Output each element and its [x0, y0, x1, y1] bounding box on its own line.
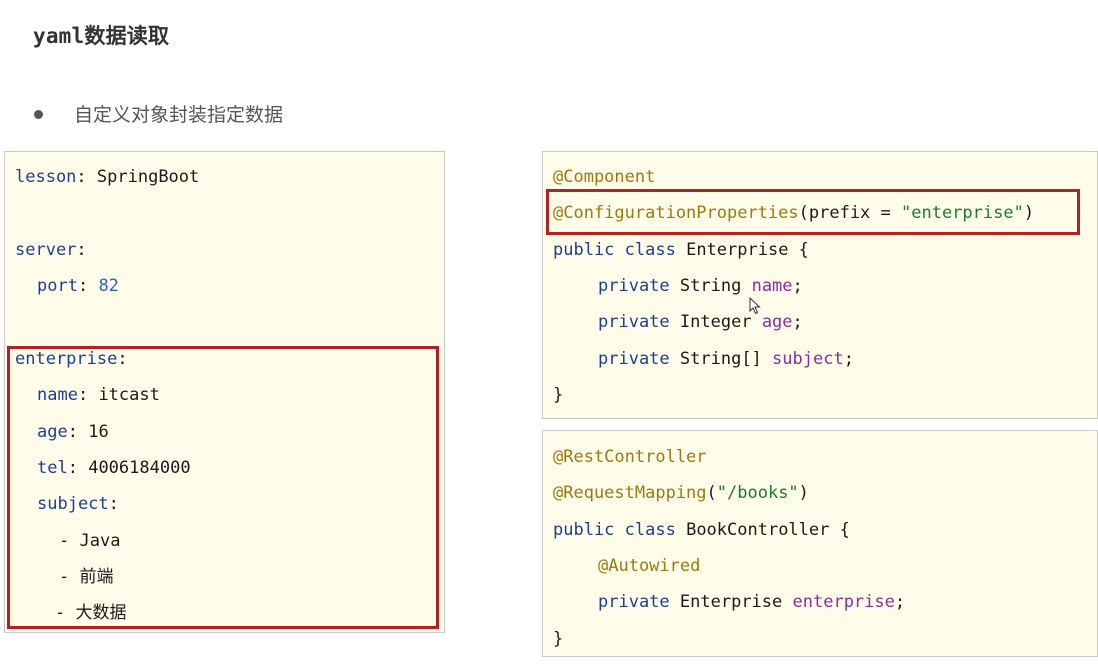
code-line-config-properties: @ConfigurationProperties(prefix = "enter…: [553, 203, 1035, 223]
yaml-line-server: server:: [15, 240, 87, 260]
bullet-dot-icon: [34, 110, 43, 119]
book-controller-code-block: @RestController @RequestMapping("/books"…: [542, 430, 1098, 657]
yaml-line-subject-item: - 前端: [59, 567, 114, 587]
mouse-cursor-icon: [749, 297, 761, 315]
page-title: yaml数据读取: [33, 24, 170, 48]
code-line-field-subject: private String[] subject;: [598, 349, 854, 369]
code-line-component: @Component: [553, 167, 656, 187]
bullet-text: 自定义对象封装指定数据: [74, 104, 284, 126]
code-line-rest-controller: @RestController: [553, 447, 707, 467]
code-line-field-enterprise: private Enterprise enterprise;: [598, 592, 906, 612]
code-line-class-decl: public class Enterprise {: [553, 240, 809, 260]
code-line-autowired: @Autowired: [598, 556, 701, 576]
code-line-field-name: private String name;: [598, 276, 803, 296]
yaml-line-subject-item: - Java: [59, 531, 121, 551]
yaml-line-name: name: itcast: [37, 385, 160, 405]
yaml-line-lesson: lesson: SpringBoot: [15, 167, 200, 187]
code-line-controller-close-brace: }: [553, 629, 564, 649]
yaml-line-enterprise: enterprise:: [15, 349, 128, 369]
yaml-line-age: age: 16: [37, 422, 109, 442]
code-line-controller-class-decl: public class BookController {: [553, 520, 850, 540]
code-line-request-mapping: @RequestMapping("/books"): [553, 483, 809, 503]
yaml-line-subject: subject:: [37, 494, 119, 514]
yaml-line-tel: tel: 4006184000: [37, 458, 191, 478]
code-line-field-age: private Integer age;: [598, 312, 803, 332]
bullet-item: 自定义对象封装指定数据: [34, 100, 283, 127]
yaml-line-subject-item: - 大数据: [55, 603, 127, 623]
yaml-line-port: port: 82: [37, 276, 119, 296]
yaml-code-block: lesson: SpringBoot server: port: 82 ente…: [4, 151, 445, 633]
code-line-close-brace: }: [553, 385, 564, 405]
enterprise-class-code-block: @Component @ConfigurationProperties(pref…: [542, 151, 1098, 419]
